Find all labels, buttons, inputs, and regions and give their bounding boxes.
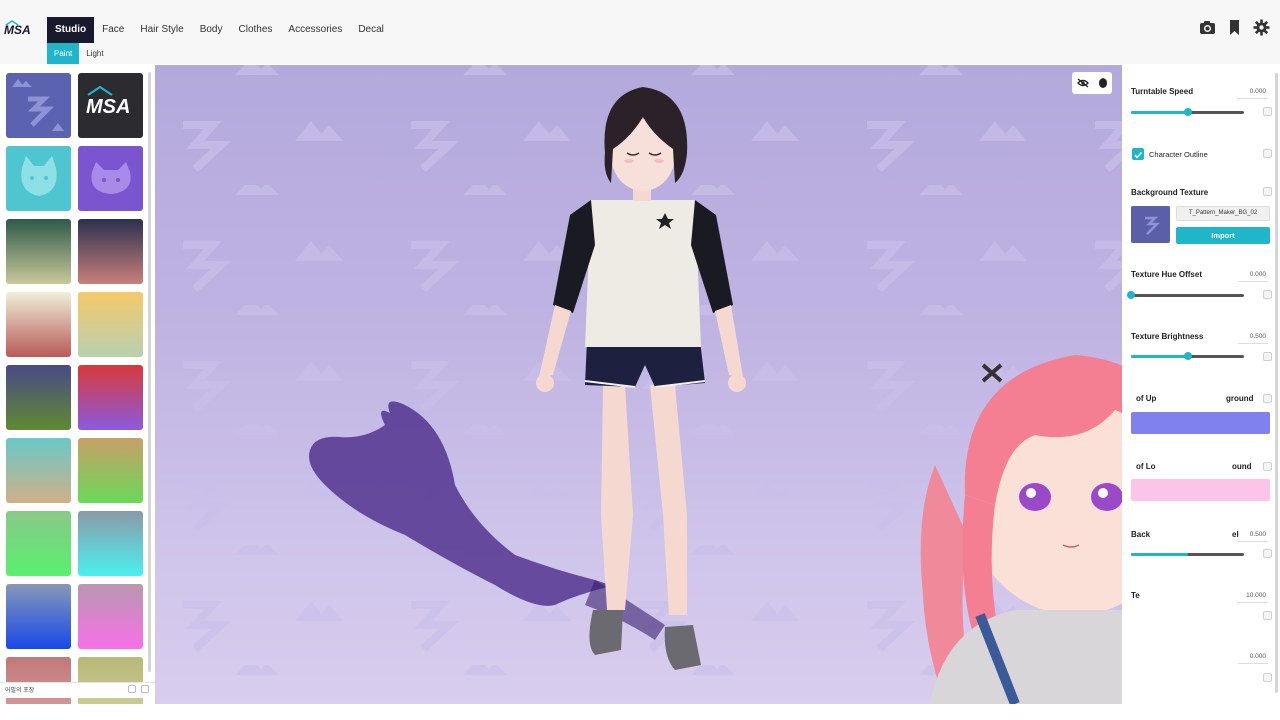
- preset-gradient-green-tan[interactable]: [6, 219, 71, 284]
- viewport-toggle[interactable]: [1072, 72, 1112, 94]
- top-bar: MSA Studio Face Hair Style Body Clothes …: [0, 0, 1280, 43]
- preset-cat-purple[interactable]: [78, 146, 143, 211]
- tab-studio[interactable]: Studio: [47, 17, 95, 43]
- app-logo: MSA: [4, 20, 31, 37]
- lower-bg-label-tail: ound: [1232, 462, 1252, 471]
- subtab-paint[interactable]: Paint: [47, 43, 80, 64]
- bg-level-label: Back: [1131, 530, 1151, 539]
- texture-tiling-value[interactable]: 10.000: [1238, 592, 1268, 603]
- footer-label: 어필의 포장: [5, 688, 35, 694]
- texture-brightness-value[interactable]: 0.500: [1238, 333, 1268, 344]
- main-tabs: Studio Face Hair Style Body Clothes Acce…: [47, 17, 392, 43]
- studio-settings-panel: Turntable Speed 0.000 Character Outline …: [1122, 65, 1280, 704]
- footer-option-icon[interactable]: [128, 685, 136, 693]
- left-panel-footer: 어필의 포장: [0, 682, 155, 698]
- shield-icon[interactable]: [1098, 77, 1108, 89]
- lower-bg-color-swatch[interactable]: [1131, 479, 1270, 501]
- cat-icon: [91, 162, 131, 194]
- background-texture-label: Background Texture: [1131, 188, 1209, 197]
- character-outline-reset[interactable]: [1263, 149, 1272, 158]
- texture-tiling-label: Te: [1131, 591, 1140, 600]
- last-setting-value[interactable]: 0.000: [1238, 653, 1268, 664]
- texture-brightness-reset[interactable]: [1263, 352, 1272, 361]
- preset-gradient-grey-cyan[interactable]: [78, 511, 143, 576]
- preset-pattern-logo-blue[interactable]: [6, 73, 71, 138]
- import-button[interactable]: Import: [1176, 227, 1270, 244]
- footer-close-icon[interactable]: [141, 685, 149, 693]
- top-icons: [1199, 19, 1270, 36]
- upper-bg-reset[interactable]: [1263, 394, 1272, 403]
- tab-face[interactable]: Face: [94, 17, 132, 43]
- logo-icon: MSA: [86, 85, 130, 118]
- bg-level-slider[interactable]: [1131, 553, 1244, 556]
- texture-brightness-slider[interactable]: [1131, 352, 1244, 360]
- preset-gradient-cream-red[interactable]: [6, 292, 71, 357]
- background-texture-reset[interactable]: [1263, 187, 1272, 196]
- tab-clothes[interactable]: Clothes: [231, 17, 281, 43]
- last-setting-reset[interactable]: [1263, 673, 1272, 682]
- preset-gradient-indigo-olive[interactable]: [6, 365, 71, 430]
- bg-level-reset[interactable]: [1263, 549, 1272, 558]
- texture-hue-offset-label: Texture Hue Offset: [1131, 270, 1202, 279]
- preset-grid: MSA: [6, 73, 143, 704]
- left-scrollbar[interactable]: [148, 72, 151, 672]
- preset-gradient-mauve-pink[interactable]: [78, 584, 143, 649]
- tab-hair-style[interactable]: Hair Style: [132, 17, 191, 43]
- 3d-viewport[interactable]: [155, 65, 1122, 704]
- checkmark-icon: [1134, 151, 1143, 159]
- texture-hue-offset-reset[interactable]: [1263, 290, 1272, 299]
- turntable-speed-label: Turntable Speed: [1131, 87, 1194, 96]
- hide-eye-icon[interactable]: [1076, 78, 1089, 88]
- tab-accessories[interactable]: Accessories: [280, 17, 350, 43]
- texture-hue-offset-slider[interactable]: [1127, 291, 1244, 299]
- preset-gradient-red-violet[interactable]: [78, 365, 143, 430]
- svg-text:MSA: MSA: [86, 96, 130, 118]
- lower-bg-label: of Lo: [1136, 462, 1156, 471]
- tab-decal[interactable]: Decal: [350, 17, 392, 43]
- preset-gradient-navy-rose[interactable]: [78, 219, 143, 284]
- pattern-icon: [12, 79, 64, 131]
- background-texture-thumbnail[interactable]: [1131, 206, 1170, 243]
- tab-body[interactable]: Body: [192, 17, 231, 43]
- lower-bg-reset[interactable]: [1263, 462, 1272, 471]
- texture-brightness-label: Texture Brightness: [1131, 332, 1204, 341]
- texture-hue-offset-value[interactable]: 0.000: [1238, 271, 1268, 282]
- turntable-speed-slider[interactable]: [1131, 108, 1244, 116]
- preset-gradient-grey-blue[interactable]: [6, 584, 71, 649]
- turntable-speed-reset[interactable]: [1263, 107, 1272, 116]
- subtab-light[interactable]: Light: [79, 43, 110, 64]
- bottom-strip: [0, 704, 1280, 720]
- upper-bg-color-swatch[interactable]: [1131, 412, 1270, 434]
- turntable-speed-value[interactable]: 0.000: [1238, 88, 1268, 99]
- gear-icon[interactable]: [1253, 19, 1270, 36]
- camera-icon[interactable]: [1199, 19, 1216, 36]
- bookmark-icon[interactable]: [1226, 19, 1243, 36]
- preset-logo-dark[interactable]: MSA: [78, 73, 143, 138]
- upper-bg-label: of Up: [1136, 394, 1157, 403]
- right-scrollbar[interactable]: [1275, 73, 1278, 693]
- preset-gradient-yellow-sage[interactable]: [78, 292, 143, 357]
- cat-icon: [21, 156, 57, 196]
- app-window: MSA Studio Face Hair Style Body Clothes …: [0, 0, 1280, 720]
- upper-bg-label-tail: ground: [1226, 394, 1254, 403]
- texture-tiling-reset[interactable]: [1263, 611, 1272, 620]
- background-preset-panel: MSA: [0, 64, 155, 704]
- pattern-icon: [1145, 216, 1161, 235]
- subtab-bar: Paint Light: [47, 43, 1280, 64]
- preset-gradient-teal-tan[interactable]: [6, 438, 71, 503]
- character-outline-label: Character Outline: [1149, 150, 1208, 159]
- preset-cat-teal[interactable]: [6, 146, 71, 211]
- bg-level-value[interactable]: 0.500: [1238, 531, 1268, 542]
- background-pattern: [155, 65, 1122, 704]
- subtab-bar-left: [0, 43, 47, 64]
- preset-gradient-olive-green[interactable]: [78, 438, 143, 503]
- background-texture-name: T_Pattern_Maker_BG_02: [1176, 206, 1270, 221]
- preset-gradient-sage-green[interactable]: [6, 511, 71, 576]
- character-outline-checkbox[interactable]: [1132, 148, 1144, 160]
